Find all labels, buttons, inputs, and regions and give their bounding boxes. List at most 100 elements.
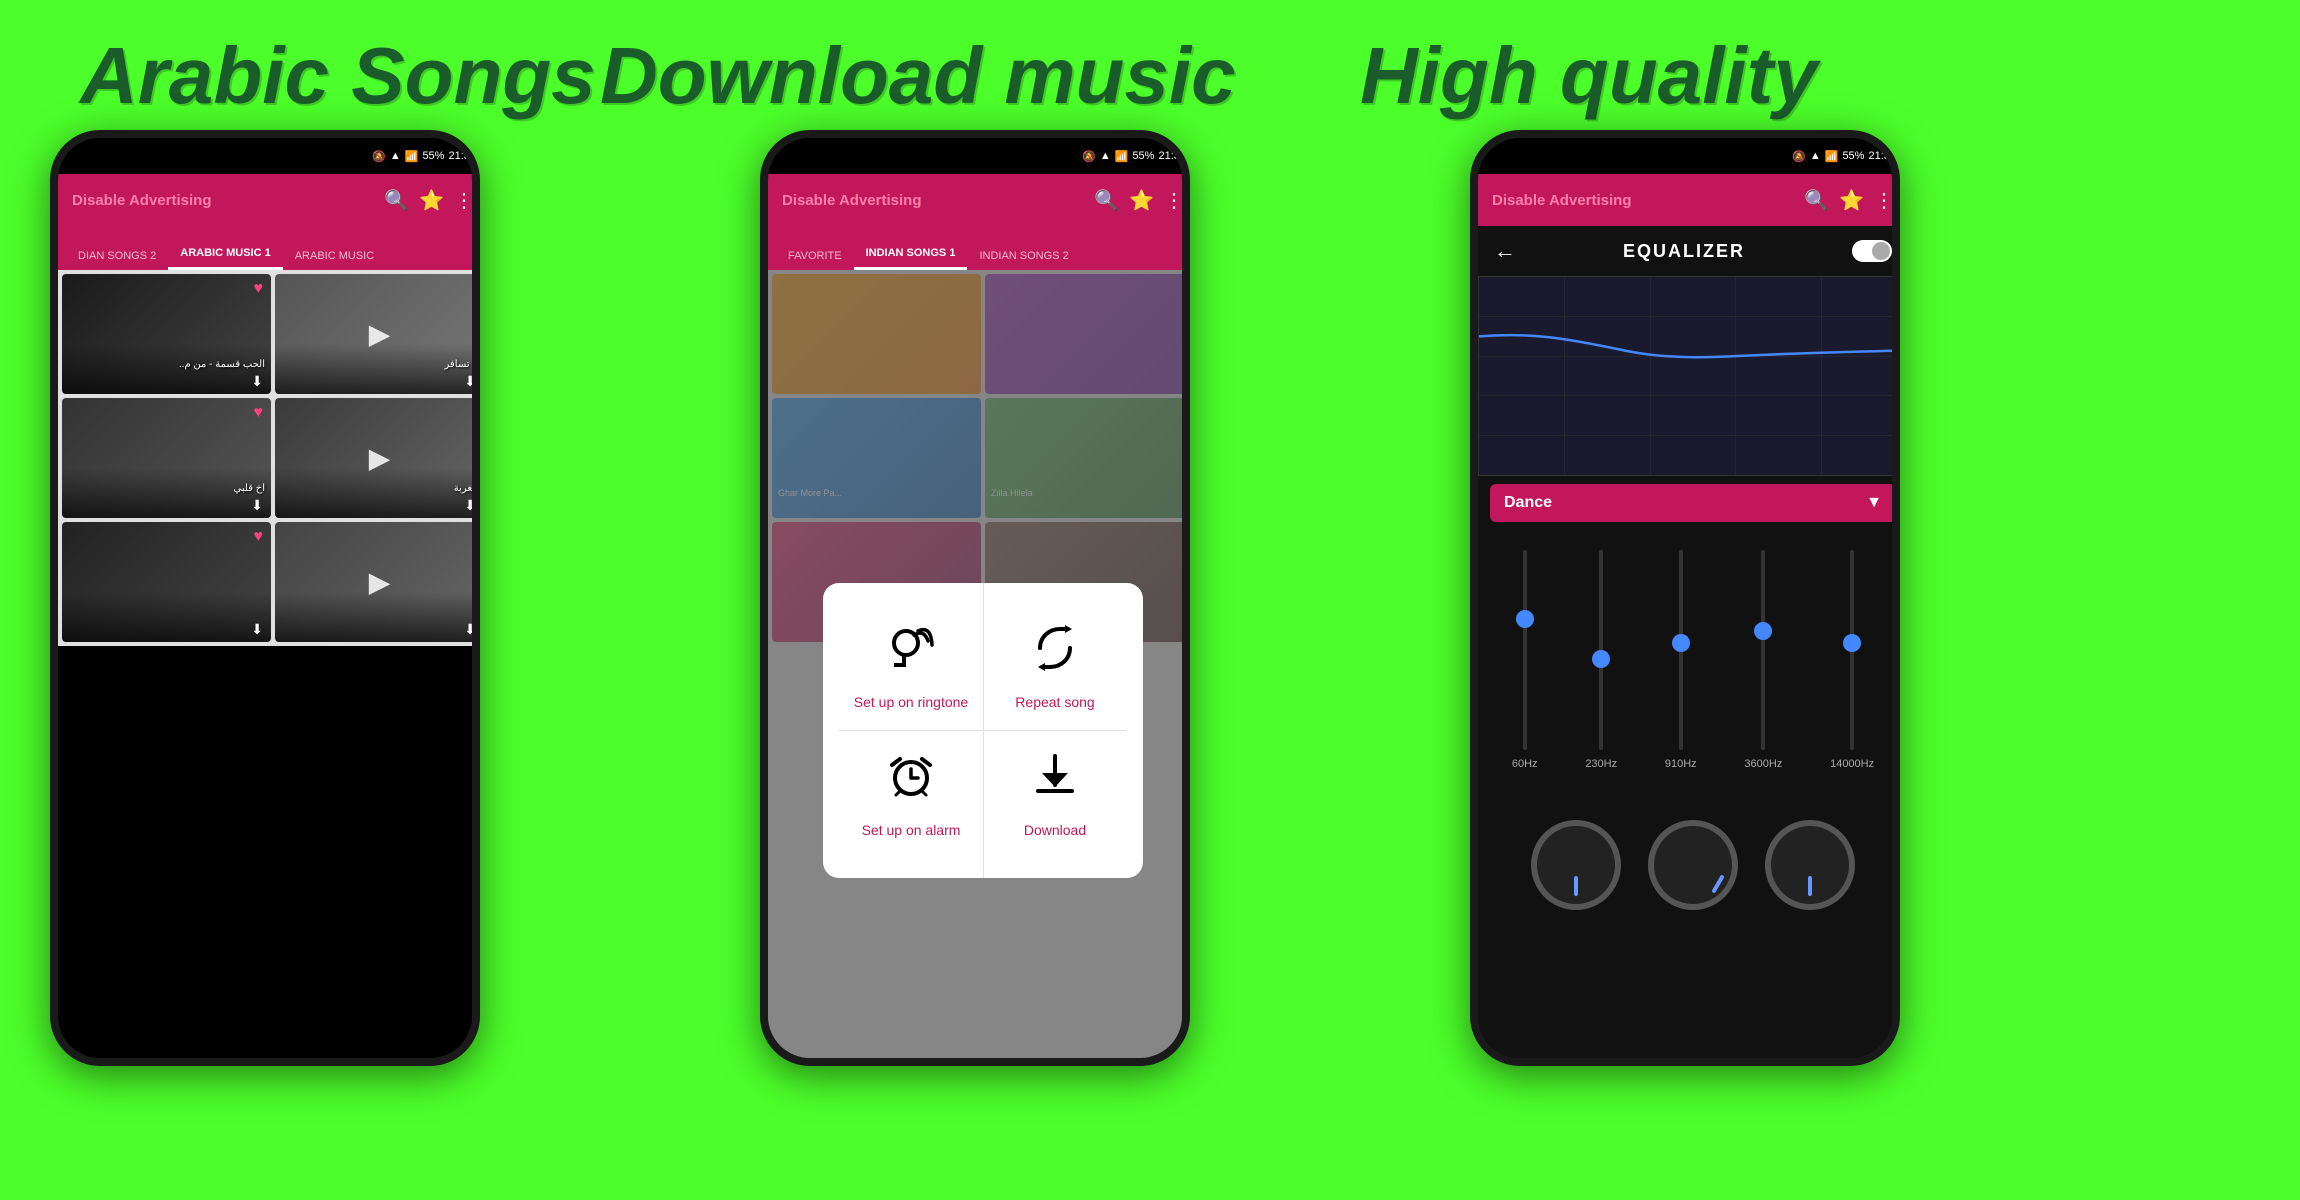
battery-text-3: 55% [1842, 150, 1864, 162]
phone-1: 🔕 ▲ 📶 55% 21:34 Disable Advertising 🔍 ⭐ … [50, 130, 480, 1066]
status-bar-2: 🔕 ▲ 📶 55% 21:35 [768, 138, 1190, 174]
heart-icon-5[interactable]: ♥ [254, 528, 264, 546]
eq-freq-14000hz: 14000Hz [1830, 758, 1874, 770]
eq-back-button[interactable]: ← [1494, 238, 1516, 264]
signal-icon: 📶 [405, 150, 419, 163]
battery-text-2: 55% [1132, 150, 1154, 162]
eq-slider-230hz: 230Hz [1585, 550, 1617, 790]
eq-knob-1[interactable] [1531, 820, 1621, 910]
app-bar-1: Disable Advertising 🔍 ⭐ ⋮ [58, 174, 480, 226]
eq-preset-chevron: ▼ [1866, 494, 1882, 512]
status-icons-1: 🔕 ▲ 📶 55% 21:34 [372, 150, 476, 163]
eq-freq-910hz: 910Hz [1665, 758, 1697, 770]
download-dialog-icon [1030, 751, 1080, 812]
song-card-3[interactable]: ♥ اخ قلبي ⬇ [62, 398, 271, 518]
download-icon-6[interactable]: ⬇ [464, 621, 476, 638]
tab-indian-songs-1[interactable]: INDIAN SONGS 1 [854, 239, 968, 270]
eq-knob-2[interactable] [1648, 820, 1738, 910]
dialog-divider-v [983, 583, 984, 878]
tab-favorite[interactable]: FAVORITE [776, 242, 854, 270]
eq-dot-60hz[interactable] [1516, 610, 1534, 628]
battery-text: 55% [422, 150, 444, 162]
eq-dot-14000hz[interactable] [1843, 634, 1861, 652]
song-card-2[interactable]: ▶ لا تسافر ⬇ [275, 274, 480, 394]
tabs-bar-1: DIAN SONGS 2 ARABIC MUSIC 1 ARABIC MUSIC [58, 226, 480, 270]
eq-track-230hz[interactable] [1599, 550, 1603, 750]
eq-screen: ← EQUALIZER [1478, 226, 1900, 1058]
eq-slider-14000hz: 14000Hz [1830, 550, 1874, 790]
eq-slider-910hz: 910Hz [1665, 550, 1697, 790]
phone-1-screen: 🔕 ▲ 📶 55% 21:34 Disable Advertising 🔍 ⭐ … [58, 138, 480, 1058]
eq-knob-3[interactable] [1765, 820, 1855, 910]
eq-freq-230hz: 230Hz [1585, 758, 1617, 770]
song-card-5[interactable]: ♥ ⬇ [62, 522, 271, 642]
eq-dot-910hz[interactable] [1672, 634, 1690, 652]
options-dialog: Set up on ringtone Repeat song [823, 583, 1143, 878]
eq-track-3600hz[interactable] [1761, 550, 1765, 750]
alarm-label: Set up on alarm [862, 822, 961, 838]
phone-2-screen: 🔕 ▲ 📶 55% 21:35 Disable Advertising 🔍 ⭐ … [768, 138, 1190, 1058]
star-icon-2[interactable]: ⭐ [1129, 188, 1154, 213]
more-icon-1[interactable]: ⋮ [454, 188, 474, 213]
phone-2: 🔕 ▲ 📶 55% 21:35 Disable Advertising 🔍 ⭐ … [760, 130, 1190, 1066]
eq-knobs-area [1478, 810, 1900, 920]
signal-icon-2: 📶 [1115, 150, 1129, 163]
star-icon-1[interactable]: ⭐ [419, 188, 444, 213]
ringtone-icon [886, 623, 936, 684]
play-icon-4[interactable]: ▶ [369, 442, 391, 475]
phone-2-content: Ghar More Pa... Zilla Hilela [768, 270, 1190, 1058]
eq-slider-60hz: 60Hz [1512, 550, 1538, 790]
phone-3-screen: 🔕 ▲ 📶 55% 21:35 Disable Advertising 🔍 ⭐ … [1478, 138, 1900, 1058]
search-icon-2[interactable]: 🔍 [1094, 188, 1119, 213]
download-icon-2[interactable]: ⬇ [464, 373, 476, 390]
wifi-icon: ▲ [390, 150, 401, 162]
eq-dot-3600hz[interactable] [1754, 622, 1772, 640]
eq-header: ← EQUALIZER [1478, 226, 1900, 276]
play-icon-6[interactable]: ▶ [369, 566, 391, 599]
title-download: Download music [600, 30, 1236, 122]
dialog-item-alarm[interactable]: Set up on alarm [839, 731, 983, 858]
eq-chart-svg [1479, 277, 1900, 475]
signal-icon-3: 📶 [1825, 150, 1839, 163]
song-card-4[interactable]: ▶ الغربة ⬇ [275, 398, 480, 518]
tab-arabic-music-1[interactable]: ARABIC MUSIC 1 [168, 239, 282, 270]
heart-icon-1[interactable]: ♥ [254, 280, 264, 298]
tab-dian-songs-2[interactable]: DIAN SONGS 2 [66, 242, 168, 270]
search-icon-1[interactable]: 🔍 [384, 188, 409, 213]
more-icon-2[interactable]: ⋮ [1164, 188, 1184, 213]
song-card-1[interactable]: ♥ الحب قسمة - من م.. ⬇ [62, 274, 271, 394]
play-icon-2[interactable]: ▶ [369, 318, 391, 351]
tab-arabic-music-2[interactable]: ARABIC MUSIC [283, 242, 386, 270]
eq-toggle[interactable] [1852, 240, 1892, 262]
search-icon-3[interactable]: 🔍 [1804, 188, 1829, 213]
download-icon-5[interactable]: ⬇ [251, 621, 263, 638]
download-icon-4[interactable]: ⬇ [464, 497, 476, 514]
tab-indian-songs-2[interactable]: INDIAN SONGS 2 [967, 242, 1080, 270]
eq-track-14000hz[interactable] [1850, 550, 1854, 750]
more-icon-3[interactable]: ⋮ [1874, 188, 1894, 213]
mute-icon-3: 🔕 [1792, 150, 1806, 163]
heart-icon-3[interactable]: ♥ [254, 404, 264, 422]
dialog-item-download[interactable]: Download [983, 731, 1127, 858]
time-2: 21:35 [1158, 150, 1186, 162]
time-3: 21:35 [1868, 150, 1896, 162]
eq-track-60hz[interactable] [1523, 550, 1527, 750]
download-icon-1[interactable]: ⬇ [251, 373, 263, 390]
eq-track-910hz[interactable] [1679, 550, 1683, 750]
song-card-6[interactable]: ▶ ⬇ [275, 522, 480, 642]
song-label-3: اخ قلبي [68, 483, 265, 494]
star-icon-3[interactable]: ⭐ [1839, 188, 1864, 213]
repeat-icon [1030, 623, 1080, 684]
download-icon-3[interactable]: ⬇ [251, 497, 263, 514]
repeat-label: Repeat song [1015, 694, 1094, 710]
dialog-item-repeat[interactable]: Repeat song [983, 603, 1127, 730]
eq-dot-230hz[interactable] [1592, 650, 1610, 668]
dialog-item-ringtone[interactable]: Set up on ringtone [839, 603, 983, 730]
eq-preset-selector[interactable]: Dance ▼ [1490, 484, 1896, 522]
app-bar-title-2: Disable Advertising [782, 192, 1084, 209]
app-bar-2: Disable Advertising 🔍 ⭐ ⋮ [768, 174, 1190, 226]
eq-freq-3600hz: 3600Hz [1744, 758, 1782, 770]
download-label: Download [1024, 822, 1086, 838]
song-label-1: الحب قسمة - من م.. [68, 359, 265, 370]
status-bar-3: 🔕 ▲ 📶 55% 21:35 [1478, 138, 1900, 174]
